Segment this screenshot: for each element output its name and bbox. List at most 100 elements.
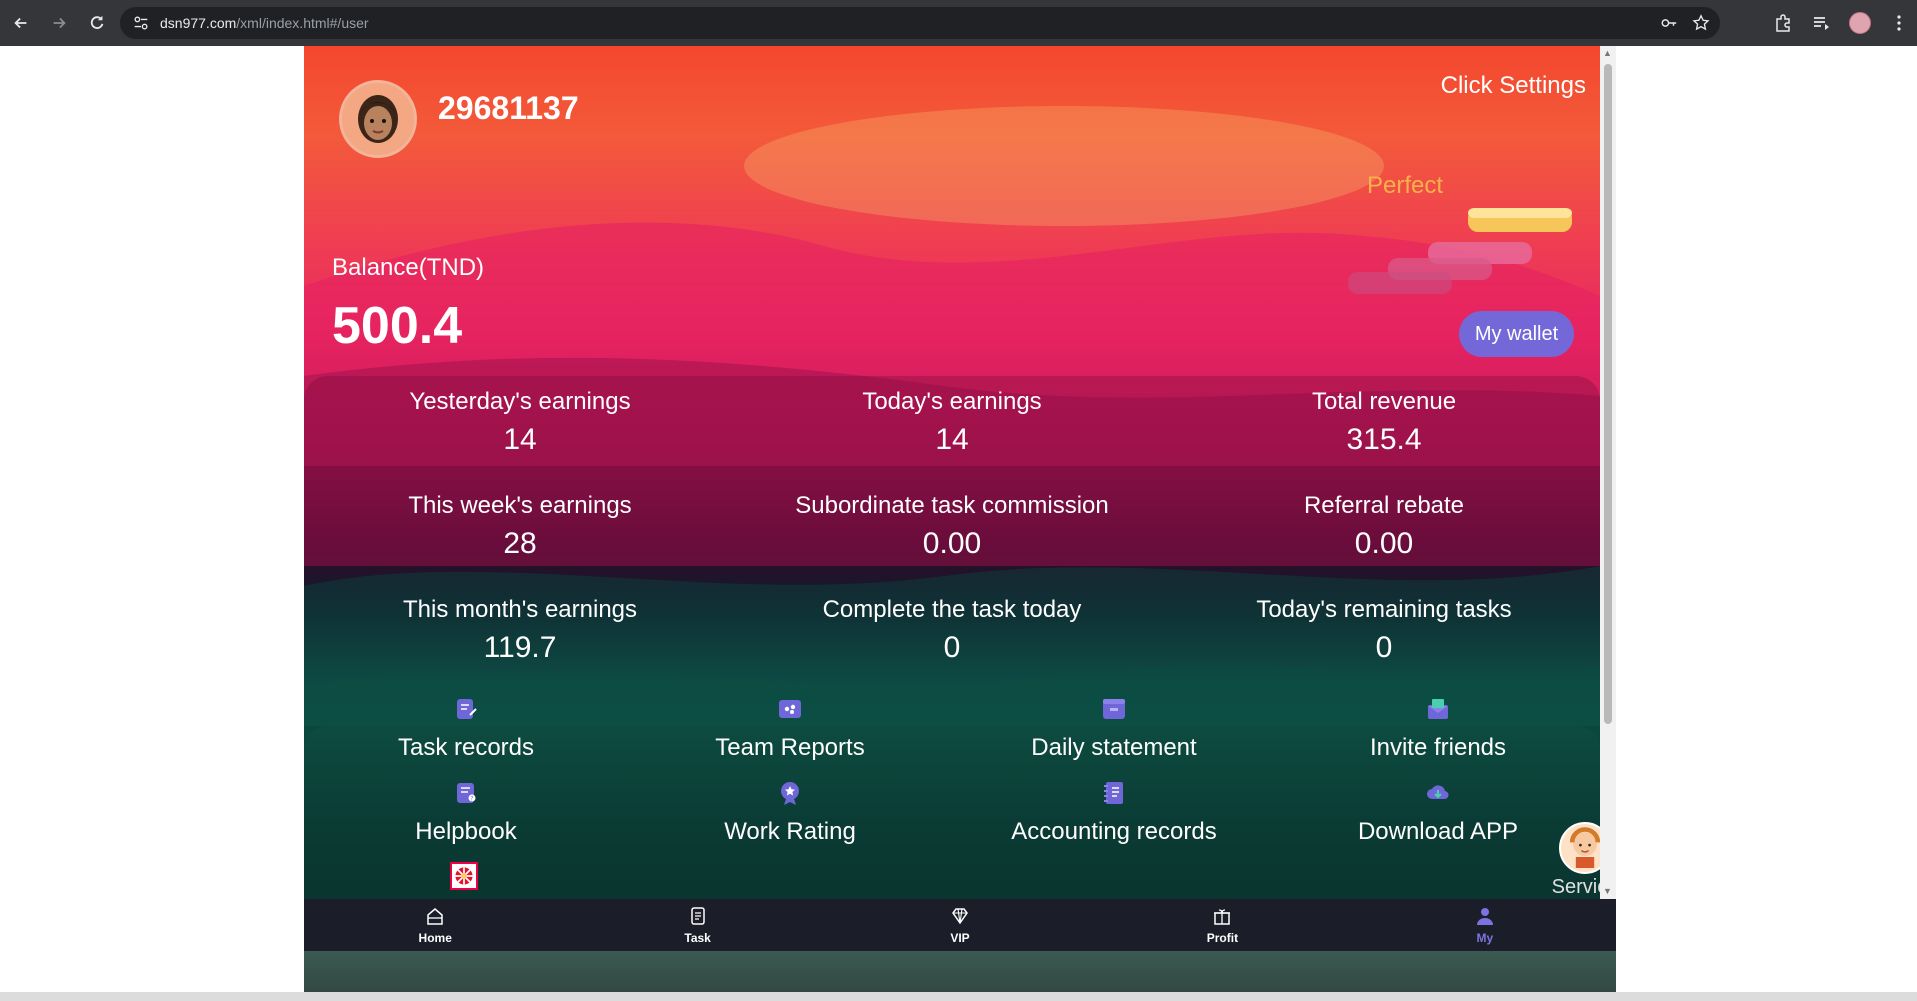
url-path: /xml/index.html#/user [236, 15, 369, 31]
menu-label: Work Rating [724, 818, 856, 845]
back-button[interactable] [4, 6, 38, 40]
avatar-portrait-image [342, 83, 414, 155]
task-records-icon [457, 699, 477, 719]
user-avatar[interactable] [339, 80, 417, 158]
stat-subordinate-commission: Subordinate task commission 0.00 [736, 492, 1168, 564]
user-icon [1476, 908, 1493, 925]
stat-label: This week's earnings [408, 492, 632, 519]
tab-label: My [1476, 931, 1494, 945]
tab-my[interactable]: My [1354, 899, 1616, 951]
menu-label: Daily statement [1031, 734, 1197, 761]
stat-value: 0 [1375, 631, 1393, 664]
bookmark-star-icon[interactable] [1692, 14, 1710, 32]
service-label: Service [1551, 876, 1600, 898]
download-app-icon [1427, 785, 1449, 800]
password-key-icon[interactable] [1660, 14, 1678, 32]
stat-value: 315.4 [1346, 423, 1422, 456]
menu-invite-friends[interactable]: Invite friends [1276, 696, 1600, 762]
stat-value: 14 [503, 423, 537, 456]
menu-label: Helpbook [415, 818, 517, 845]
tab-label: Task [684, 931, 711, 945]
stat-label: Total revenue [1311, 388, 1457, 415]
menu-daily-statement[interactable]: Daily statement [952, 696, 1276, 762]
url-text: dsn977.com/xml/index.html#/user [160, 15, 369, 31]
team-reports-icon [779, 700, 801, 718]
stat-value: 119.7 [483, 631, 557, 664]
back-arrow-icon [14, 17, 27, 29]
menu-label: Accounting records [1011, 818, 1217, 845]
stat-total-revenue: Total revenue 315.4 [1168, 388, 1600, 460]
stat-label: Today's earnings [862, 388, 1042, 415]
profile-page: 29681137 Click Settings Perfect Balance(… [304, 46, 1600, 1001]
stat-label: Yesterday's earnings [409, 388, 631, 415]
stat-label: Complete the task today [822, 596, 1082, 623]
customer-service-button[interactable]: Service [1550, 822, 1600, 899]
level-badge-icon [1348, 208, 1572, 294]
daily-statement-icon [1103, 699, 1125, 719]
scroll-up-arrow-icon[interactable]: ▲ [1603, 48, 1612, 58]
menu-accounting-records[interactable]: Accounting records [952, 780, 1276, 846]
taskbar-edge [0, 992, 1917, 1001]
forward-arrow-icon [53, 17, 66, 29]
menu-work-rating[interactable]: Work Rating [628, 780, 952, 846]
stat-week-earnings: This week's earnings 28 [304, 492, 736, 564]
svg-text:?: ? [470, 796, 473, 803]
site-settings-icon[interactable] [132, 14, 150, 32]
menu-label: Task records [397, 734, 535, 761]
tab-vip[interactable]: VIP [829, 899, 1091, 951]
stat-value: 0 [943, 631, 961, 664]
forward-button[interactable] [42, 6, 76, 40]
menu-helpbook[interactable]: ? Helpbook [304, 780, 628, 846]
accounting-records-icon [1104, 782, 1123, 804]
media-queue-icon[interactable] [1811, 13, 1831, 33]
work-rating-icon [781, 782, 799, 805]
invite-friends-icon [1428, 699, 1448, 719]
stat-month-earnings: This month's earnings 119.7 [304, 596, 736, 668]
helpbook-icon: ? [457, 783, 476, 803]
app-viewport: 29681137 Click Settings Perfect Balance(… [304, 46, 1616, 1001]
stat-label: Referral rebate [1303, 492, 1465, 519]
stat-referral-rebate: Referral rebate 0.00 [1168, 492, 1600, 564]
page-scrollbar[interactable]: ▲ ▼ [1600, 46, 1616, 899]
stat-completed-today: Complete the task today 0 [736, 596, 1168, 668]
balance-label: Balance(TND) [332, 254, 485, 281]
browser-menu-icon[interactable] [1889, 13, 1909, 33]
my-wallet-button[interactable]: My wallet [1459, 311, 1574, 357]
extensions-puzzle-icon[interactable] [1773, 13, 1793, 33]
tab-profit[interactable]: Profit [1091, 899, 1353, 951]
level-name: Perfect [1367, 172, 1444, 199]
stat-today-earnings: Today's earnings 14 [736, 388, 1168, 460]
stat-label: Subordinate task commission [795, 492, 1109, 519]
address-bar[interactable]: dsn977.com/xml/index.html#/user [120, 7, 1720, 39]
bottom-tab-bar: Home Task VIP Profit My [304, 899, 1616, 951]
scrollbar-thumb[interactable] [1604, 64, 1612, 724]
stat-label: Today's remaining tasks [1256, 596, 1512, 623]
stat-yesterday-earnings: Yesterday's earnings 14 [304, 388, 736, 460]
gift-icon [1214, 909, 1231, 925]
browser-profile-avatar[interactable] [1849, 12, 1871, 34]
scroll-down-arrow-icon[interactable]: ▼ [1603, 886, 1612, 896]
user-id: 29681137 [438, 90, 579, 126]
stat-value: 28 [503, 527, 537, 560]
menu-task-records[interactable]: Task records [304, 696, 628, 762]
reload-button[interactable] [80, 6, 114, 40]
tab-home[interactable]: Home [304, 899, 566, 951]
menu-team-reports[interactable]: Team Reports [628, 696, 952, 762]
balance-value: 500.4 [332, 297, 463, 355]
settings-link[interactable]: Click Settings [1441, 72, 1586, 100]
tab-label: Profit [1206, 931, 1239, 945]
stat-label: This month's earnings [402, 596, 638, 623]
stat-remaining-tasks: Today's remaining tasks 0 [1168, 596, 1600, 668]
service-agent-avatar [1559, 822, 1600, 874]
task-icon [690, 907, 705, 925]
menu-label: Invite friends [1369, 734, 1507, 761]
stat-value: 0.00 [922, 527, 982, 560]
tab-task[interactable]: Task [566, 899, 828, 951]
reload-icon [90, 15, 104, 29]
lucky-wheel-icon[interactable] [450, 862, 478, 890]
menu-label: Team Reports [715, 734, 865, 761]
diamond-icon [952, 908, 968, 925]
stat-value: 14 [935, 423, 969, 456]
stat-value: 0.00 [1354, 527, 1414, 560]
tab-label: Home [418, 931, 452, 945]
